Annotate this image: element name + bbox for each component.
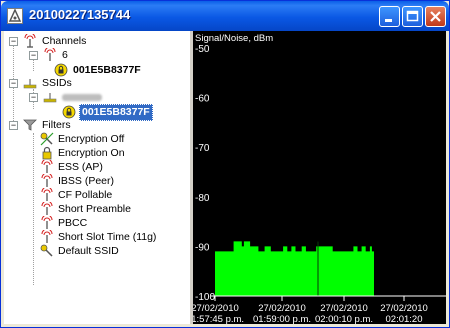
filter-default-ssid[interactable]: Default SSID: [40, 244, 188, 259]
filter-short-slot-time[interactable]: Short Slot Time (11g): [40, 230, 188, 245]
key-icon: [40, 132, 54, 146]
antenna-icon: [41, 230, 53, 243]
x-tick-time-label: 02:01:20: [386, 314, 423, 324]
y-tick-label: -80: [195, 193, 210, 204]
antenna-icon: [41, 188, 53, 201]
filter-label: Encryption Off: [58, 133, 125, 145]
antenna-icon: [41, 202, 53, 215]
collapse-icon[interactable]: −: [9, 79, 18, 88]
network-icon: [43, 93, 57, 103]
tree-node-channel-6[interactable]: − 6: [28, 48, 188, 63]
tree-node-ssids[interactable]: − SSIDs: [8, 76, 188, 91]
antenna-icon: [41, 174, 53, 187]
tree-guide: [33, 133, 34, 285]
antenna-icon: [44, 48, 56, 61]
tree-node-bssid-selected[interactable]: 001E5B8377F: [54, 104, 188, 121]
tree-node-ssid[interactable]: −: [28, 90, 188, 105]
filter-ibss[interactable]: IBSS (Peer): [40, 174, 188, 189]
app-icon: [7, 8, 23, 24]
filter-ess[interactable]: ESS (AP): [40, 160, 188, 175]
tree-node-label: 6: [62, 49, 68, 61]
collapse-icon[interactable]: −: [29, 93, 38, 102]
padlock-icon: [42, 146, 52, 160]
filter-label: Default SSID: [58, 245, 119, 257]
blurred-ssid-label: [62, 94, 102, 101]
tree-node-filters[interactable]: − Filters: [8, 118, 188, 133]
x-tick-time-label: 02:00:10 p.m.: [315, 314, 373, 324]
signal-chart: Signal/Noise, dBm -50 -60 -70 -80 -90 -100 27/…: [193, 31, 446, 324]
collapse-icon[interactable]: −: [9, 37, 18, 46]
x-tick-date-label: 27/02/2010: [193, 303, 239, 314]
x-tick-date-label: 27/02/2010: [258, 303, 306, 314]
filter-label: IBSS (Peer): [58, 175, 115, 187]
antenna-icon: [41, 216, 53, 229]
tree-node-label: Channels: [42, 35, 87, 47]
filter-label: Encryption On: [58, 147, 125, 159]
antenna-icon: [41, 160, 53, 173]
filter-short-preamble[interactable]: Short Preamble: [40, 202, 188, 217]
antenna-icon: [24, 34, 36, 48]
filter-label: PBCC: [58, 217, 88, 229]
network-icon: [23, 79, 37, 89]
lock-icon: [62, 105, 76, 119]
x-tick-date-label: 27/02/2010: [320, 303, 368, 314]
lock-icon: [54, 63, 68, 77]
minimize-button[interactable]: [379, 6, 400, 27]
title-bar[interactable]: 20100227135744: [1, 1, 449, 31]
y-tick-label: -100: [195, 292, 215, 303]
collapse-icon[interactable]: −: [29, 51, 38, 60]
chart-svg: Signal/Noise, dBm -50-60-70-80-90-10027/…: [193, 33, 446, 324]
chart-title: Signal/Noise, dBm: [195, 33, 273, 44]
filter-encryption-on[interactable]: Encryption On: [40, 146, 188, 161]
client-area: − Channels − 6 001E5B8377F − SSIDs − 001…: [4, 31, 446, 324]
tree-view[interactable]: − Channels − 6 001E5B8377F − SSIDs − 001…: [4, 31, 193, 324]
tree-node-channels[interactable]: − Channels: [8, 34, 188, 49]
signal-area-series: [215, 241, 374, 296]
filter-label: Short Preamble: [58, 203, 131, 215]
y-tick-label: -60: [195, 94, 210, 105]
y-tick-label: -90: [195, 242, 210, 253]
y-tick-label: -70: [195, 143, 210, 154]
close-button[interactable]: [425, 6, 446, 27]
filter-label: CF Pollable: [58, 189, 113, 201]
tree-node-label: SSIDs: [42, 77, 72, 89]
y-tick-label: -50: [195, 44, 210, 55]
collapse-icon[interactable]: −: [9, 121, 18, 130]
app-window: 20100227135744 − Channels − 6 001E5B8377…: [0, 0, 450, 328]
filter-pbcc[interactable]: PBCC: [40, 216, 188, 231]
filter-cf-pollable[interactable]: CF Pollable: [40, 188, 188, 203]
x-tick-date-label: 27/02/2010: [380, 303, 428, 314]
x-tick-time-label: 01:59:00 p.m.: [253, 314, 311, 324]
key-icon: [40, 244, 53, 257]
filter-encryption-off[interactable]: Encryption Off: [40, 132, 188, 147]
filter-label: ESS (AP): [58, 161, 103, 173]
window-title: 20100227135744: [29, 7, 131, 22]
tree-node-label: Filters: [42, 119, 71, 131]
tree-node-bssid[interactable]: 001E5B8377F: [54, 62, 188, 77]
x-tick-time-label: 01:57:45 p.m.: [193, 314, 244, 324]
funnel-icon: [23, 119, 37, 131]
filter-label: Short Slot Time (11g): [58, 231, 157, 243]
maximize-button[interactable]: [402, 6, 423, 27]
